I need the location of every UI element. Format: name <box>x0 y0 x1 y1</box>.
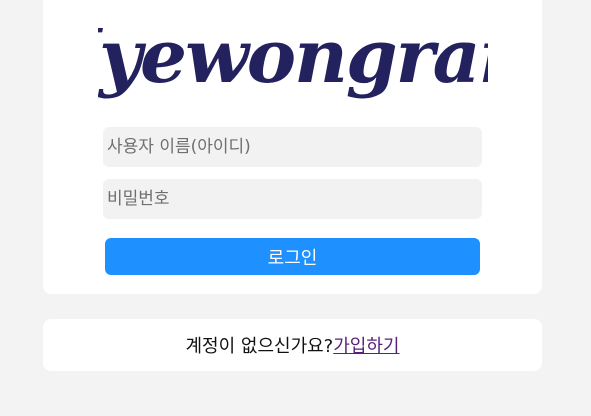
signup-card: 계정이 없으신가요? 가입하기 <box>43 319 542 371</box>
signup-link[interactable]: 가입하기 <box>333 332 399 358</box>
logo-wordmark: Hyewongram <box>98 14 488 100</box>
logo: Hyewongram <box>43 0 542 114</box>
login-button[interactable]: 로그인 <box>105 238 480 275</box>
username-input[interactable] <box>103 127 482 167</box>
logo-text: Hyewongram <box>98 14 488 100</box>
signup-prompt: 계정이 없으신가요? <box>185 336 334 357</box>
login-card: Hyewongram 로그인 <box>43 0 542 294</box>
password-input[interactable] <box>103 179 482 219</box>
